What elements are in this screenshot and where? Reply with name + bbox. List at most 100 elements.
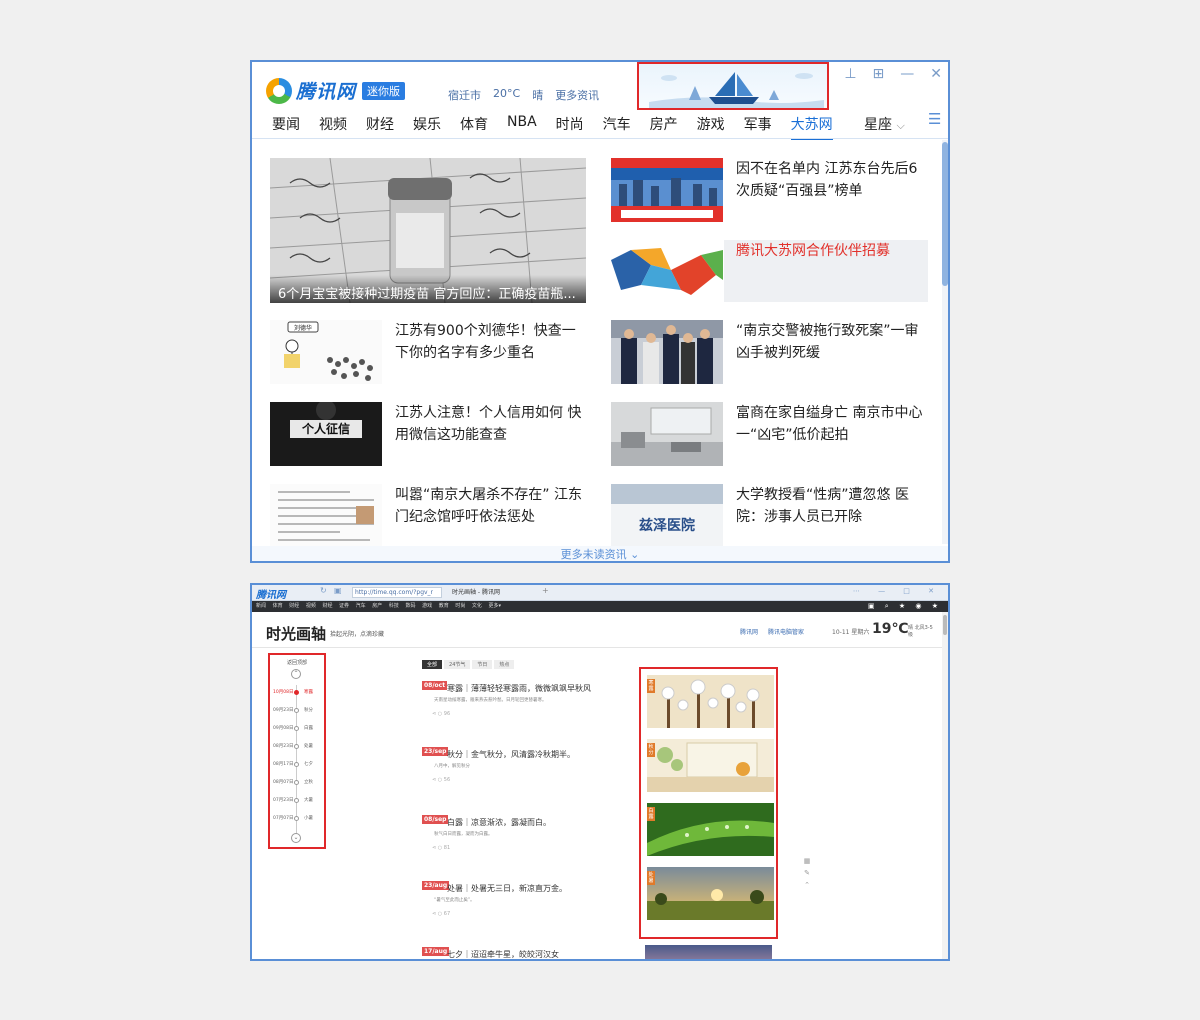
news-title[interactable]: 江苏人注意！个人信用如何 快用微信这功能查查 (395, 402, 585, 446)
nav-item-sports[interactable]: 体育 (460, 114, 488, 140)
nav-item-games[interactable]: 游戏 (697, 114, 725, 140)
article-image[interactable]: 秋分 (647, 739, 774, 792)
scrollbar-thumb[interactable] (943, 615, 947, 635)
more-unread-link[interactable]: 更多未读资讯 ⌄ (252, 546, 948, 561)
nav-item-finance[interactable]: 财经 (366, 114, 394, 140)
top-nav-item[interactable]: 汽车 (356, 603, 366, 609)
top-nav-item[interactable]: 游戏 (422, 603, 432, 609)
timeline-item[interactable]: 07月23日 大暑 (272, 797, 324, 805)
article-image[interactable]: 白露 (647, 803, 774, 856)
new-tab-icon[interactable]: + (542, 586, 549, 595)
news-title-partner[interactable]: 腾讯大苏网合作伙伴招募 (736, 240, 926, 262)
nav-item-military[interactable]: 军事 (744, 114, 772, 140)
entry-title[interactable]: 处暑｜处暑无三日，新凉直万金。 (447, 883, 567, 894)
tab-title[interactable]: 时光画轴 - 腾讯网 (452, 587, 500, 596)
tencent-link[interactable]: 腾讯网 (740, 627, 758, 636)
timeline-item[interactable]: 08月07日 立秋 (272, 779, 324, 787)
article-entry[interactable]: 23/aug 处暑｜处暑无三日，新凉直万金。 “暑气至此而止矣”。 ⋖ ○ 67 (422, 881, 652, 941)
menu-icon[interactable]: ☰ (928, 110, 941, 128)
tab-all[interactable]: 全部 (422, 660, 443, 669)
maximize-icon[interactable]: ⊞ (873, 66, 885, 82)
article-entry[interactable]: 17/aug 七夕｜迢迢牵牛星，皎皎河汉女 (422, 947, 652, 959)
weather-city[interactable]: 宿迁市 (448, 87, 481, 103)
scrollbar-thumb[interactable] (942, 142, 948, 286)
qrcode-icon[interactable]: ▦ (802, 855, 812, 867)
timeline-item[interactable]: 08月23日 处暑 (272, 743, 324, 751)
pin-icon[interactable]: ⊥ (844, 66, 856, 82)
article-entry[interactable]: 08/oct 寒露｜薄薄轻轻寒露雨，微微飒飒早秋风 天南星动候寒露，雁来燕去惹吟… (422, 681, 652, 741)
nav-item-fashion[interactable]: 时尚 (556, 114, 584, 140)
nav-item-nba[interactable]: NBA (507, 114, 537, 140)
news-title[interactable]: 富商在家自缢身亡 南京市中心一“凶宅”低价起拍 (736, 402, 926, 446)
news-title[interactable]: 江苏有900个刘德华！快查一下你的名字有多少重名 (395, 320, 585, 364)
article-image[interactable]: 寒露 (647, 675, 774, 728)
entry-title[interactable]: 秋分｜金气秋分，风清露冷秋期半。 (447, 749, 575, 760)
tab-festival[interactable]: 节日 (472, 660, 493, 669)
top-nav-item[interactable]: 时尚 (455, 603, 465, 609)
entry-title[interactable]: 白露｜凉意渐浓，露凝而白。 (447, 817, 551, 828)
article-entry[interactable]: 23/sep 秋分｜金气秋分，风清露冷秋期半。 八月中，解见秋分 ⋖ ○ 56 (422, 747, 652, 807)
top-nav-item[interactable]: 科技 (389, 603, 399, 609)
refresh-icon[interactable]: ↻ (320, 586, 327, 595)
news-title[interactable]: 大学教授看“性病”遭忽悠 医院：涉事人员已开除 (736, 484, 926, 528)
news-thumb-city[interactable] (611, 158, 723, 222)
top-nav-item[interactable]: 证券 (339, 603, 349, 609)
tab-solar-terms[interactable]: 24节气 (444, 660, 471, 669)
timeline-item[interactable]: 10月08日 寒露 (272, 689, 324, 697)
scrollbar-track[interactable] (942, 612, 948, 959)
top-nav-item[interactable]: 财经 (322, 603, 332, 609)
top-nav-item[interactable]: 更多▾ (489, 603, 502, 609)
top-nav-item[interactable]: 视频 (306, 603, 316, 609)
timeline-item[interactable]: 09月23日 秋分 (272, 707, 324, 715)
nav-more-dropdown[interactable]: 星座 ⌵ (864, 114, 905, 134)
top-nav-item[interactable]: 文化 (472, 603, 482, 609)
news-thumb-doc[interactable] (270, 484, 382, 548)
news-thumb-cartoon[interactable]: 刘德华 (270, 320, 382, 384)
timeline-item[interactable]: 09月08日 白露 (272, 725, 324, 733)
chevron-down-icon[interactable]: ⌄ (291, 833, 301, 843)
nav-item-dasu[interactable]: 大苏网 (790, 114, 833, 140)
pc-manager-link[interactable]: 腾讯电脑管家 (768, 627, 804, 636)
entry-title[interactable]: 七夕｜迢迢牵牛星，皎皎河汉女 (447, 949, 559, 959)
chevron-up-icon[interactable]: ⌃ (802, 879, 812, 891)
tab-hot[interactable]: 热点 (494, 660, 515, 669)
news-thumb-credit[interactable]: 个人征信 (270, 402, 382, 466)
top-nav-icons[interactable]: ▣ ⌕ ★ ◉ ★ (868, 602, 942, 611)
more-info-link[interactable]: 更多资讯 (555, 87, 599, 103)
article-entry[interactable]: 08/sep 白露｜凉意渐浓，露凝而白。 秋气白日而露，凝而为白露。 ⋖ ○ 8… (422, 815, 652, 875)
chevron-up-icon[interactable]: ⌃ (291, 669, 301, 679)
minimize-icon[interactable]: — (900, 66, 914, 82)
news-thumb-room[interactable] (611, 402, 723, 466)
hero-news[interactable]: 6个月宝宝被接种过期疫苗 官方回应：正确疫苗瓶... (270, 158, 586, 303)
article-image-partial[interactable] (645, 945, 772, 959)
top-nav-item[interactable]: 新闻 (256, 603, 266, 609)
bookmark-icon[interactable]: ▣ (334, 586, 342, 595)
news-title[interactable]: 因不在名单内 江苏东台先后6次质疑“百强县”榜单 (736, 158, 926, 202)
news-title[interactable]: 叫嚣“南京大屠杀不存在” 江东门纪念馆呼吁依法惩处 (395, 484, 585, 528)
nav-item-yaowen[interactable]: 要闻 (272, 114, 300, 140)
top-nav-item[interactable]: 体育 (273, 603, 283, 609)
news-thumb-court[interactable] (611, 320, 723, 384)
browser-logo[interactable]: 腾讯网 (256, 586, 286, 601)
timeline-item[interactable]: 07月07日 小暑 (272, 815, 324, 823)
tencent-logo[interactable]: 腾讯网 迷你版 (266, 77, 406, 104)
news-thumb-handshake[interactable] (611, 240, 723, 304)
address-bar[interactable]: http://time.qq.com/?pgv_r (352, 587, 442, 598)
top-nav-item[interactable]: 房产 (372, 603, 382, 609)
entry-title[interactable]: 寒露｜薄薄轻轻寒露雨，微微飒飒早秋风 (447, 683, 591, 694)
skin-banner[interactable] (637, 62, 829, 110)
nav-item-auto[interactable]: 汽车 (603, 114, 631, 140)
browser-window-controls[interactable]: ⋯ — □ ✕ (853, 587, 942, 595)
nav-item-house[interactable]: 房产 (650, 114, 678, 140)
back-to-top-label[interactable]: 返回顶部 (270, 659, 324, 666)
article-image[interactable]: 处暑 (647, 867, 774, 920)
news-thumb-hospital[interactable]: 兹泽医院 (611, 484, 723, 548)
nav-item-video[interactable]: 视频 (319, 114, 347, 140)
nav-item-ent[interactable]: 娱乐 (413, 114, 441, 140)
top-nav-item[interactable]: 数码 (405, 603, 415, 609)
edit-icon[interactable]: ✎ (802, 867, 812, 879)
top-nav-item[interactable]: 财经 (289, 603, 299, 609)
top-nav-item[interactable]: 教育 (439, 603, 449, 609)
timeline-item[interactable]: 08月17日 七夕 (272, 761, 324, 769)
close-icon[interactable]: ✕ (930, 66, 942, 82)
